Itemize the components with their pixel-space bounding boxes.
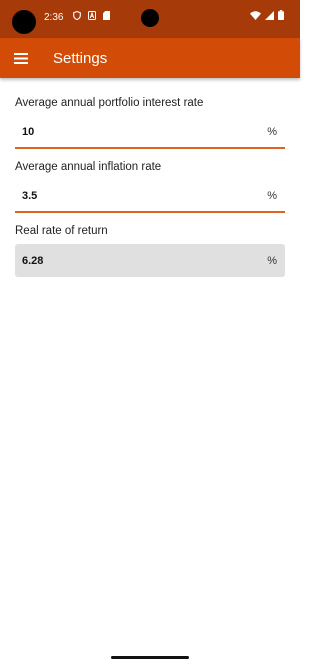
sd-card-icon: [103, 11, 110, 20]
hamburger-menu-icon: [14, 52, 28, 64]
inflation-rate-suffix: %: [267, 189, 277, 202]
battery-icon: [278, 10, 284, 20]
page-title: Settings: [53, 49, 108, 67]
punch-hole-camera: [141, 9, 159, 27]
real-return-suffix: %: [267, 254, 277, 267]
interest-rate-suffix: %: [267, 125, 277, 138]
status-time: 2:36: [44, 12, 64, 23]
inflation-rate-label: Average annual inflation rate: [15, 161, 162, 173]
interest-rate-input[interactable]: [22, 125, 242, 138]
interest-rate-input-row[interactable]: %: [15, 116, 285, 149]
real-return-label: Real rate of return: [15, 225, 108, 237]
wifi-icon: [250, 10, 261, 20]
real-return-field: Real rate of return 6.28 %: [15, 225, 285, 277]
status-system-icons: [250, 10, 284, 20]
menu-button[interactable]: [1, 38, 41, 78]
signal-icon: [265, 10, 274, 20]
inflation-rate-input-row[interactable]: %: [15, 180, 285, 213]
interest-rate-label: Average annual portfolio interest rate: [15, 97, 204, 109]
interest-rate-field: Average annual portfolio interest rate %: [15, 97, 285, 149]
status-bar: 2:36: [0, 0, 300, 38]
real-return-value-row: 6.28 %: [15, 244, 285, 277]
gesture-nav-handle[interactable]: [111, 656, 189, 659]
a-icon: [88, 11, 96, 20]
real-return-value: 6.28: [22, 254, 44, 267]
inflation-rate-field: Average annual inflation rate %: [15, 161, 285, 213]
app-bar: Settings: [0, 38, 300, 78]
inflation-rate-input[interactable]: [22, 189, 242, 202]
shield-icon: [73, 11, 81, 20]
camera-cutout: [12, 10, 36, 34]
status-notification-icons: [73, 11, 110, 20]
